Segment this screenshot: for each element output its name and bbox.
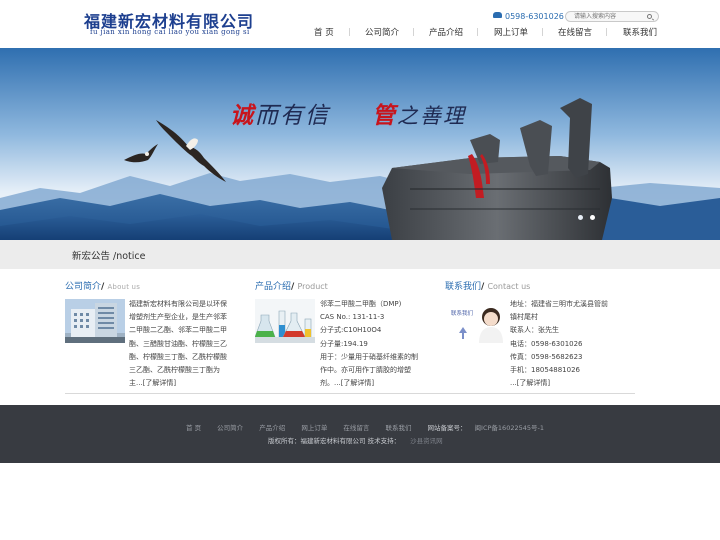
product-title-en: Product: [297, 282, 328, 291]
about-section: 公司简介/ About us 福建新宏材料有限公司是以环保增塑剂生产型企业，是生…: [65, 279, 240, 387]
contact-image-label: 联系我们: [451, 311, 474, 317]
product-section: 产品介绍/ Product 邻苯二甲酸二甲酯（DMP) CAS No.: 131…: [255, 279, 435, 387]
contact-person: 联系人：张先生: [510, 326, 559, 335]
footer: 首 页 公司简介 产品介绍 网上订单 在线留言 联系我们 网站备案号： 闽ICP备…: [0, 405, 720, 463]
nav-message[interactable]: 在线留言: [558, 26, 592, 38]
contact-address-cont: 镇村尾村: [510, 313, 538, 322]
banner-slogan-1: 诚而有信: [230, 96, 330, 130]
contact-address: 地址：福建省三明市尤溪县管前: [510, 300, 608, 308]
product-line: CAS No.: 131-11-3: [320, 313, 385, 322]
search-input[interactable]: [574, 12, 644, 21]
contact-body: 地址：福建省三明市尤溪县管前 镇村尾村 联系人：张先生 电话：0598-6301…: [510, 298, 630, 390]
slogan-1-rest: 而有信: [255, 103, 330, 129]
product-image: [255, 299, 315, 343]
search-box: [565, 11, 659, 22]
contact-title-cn: 联系我们: [445, 282, 482, 292]
about-body: 福建新宏材料有限公司是以环保增塑剂生产型企业，是生产邻苯二甲酸二乙酯、邻苯二甲酸…: [129, 298, 231, 390]
slogan-1-highlight: 诚: [230, 102, 255, 129]
about-title: 公司简介/ About us: [65, 279, 240, 292]
footer-links: 首 页 公司简介 产品介绍 网上订单 在线留言 联系我们 网站备案号： 闽ICP备…: [186, 422, 544, 432]
phone-icon: [493, 12, 502, 18]
footer-link-about[interactable]: 公司简介: [217, 424, 243, 432]
product-line: 分子量:194.19: [320, 339, 368, 348]
nav-about[interactable]: 公司简介: [365, 26, 399, 38]
contact-line-last: ...[了解详情]: [510, 377, 630, 390]
contact-title-en: Contact us: [487, 282, 531, 291]
about-title-en: About us: [107, 283, 141, 291]
contact-section: 联系我们/ Contact us 联系我们 地址：福建省三明市尤溪县管前 镇村尾…: [445, 279, 635, 387]
nav-divider: [477, 28, 478, 36]
product-title-cn: 产品介绍: [255, 282, 292, 292]
notice-bar: 新宏公告 /notice: [0, 240, 720, 269]
nav-contact[interactable]: 联系我们: [623, 26, 657, 38]
slider-dot-1[interactable]: [578, 215, 583, 220]
slider-dot-2[interactable]: [590, 215, 595, 220]
slogan-2-highlight: 管: [372, 102, 397, 129]
content-divider: [65, 393, 635, 394]
nav-divider: [542, 28, 543, 36]
product-body: 邻苯二甲酸二甲酯（DMP) CAS No.: 131-11-3 分子式:C10H…: [320, 298, 430, 390]
about-more-link[interactable]: [了解详情]: [143, 379, 176, 387]
product-line: 分子式:C10H10O4: [320, 326, 382, 335]
product-line-last: 剂。...[了解详情]: [320, 377, 430, 390]
main-nav: 首 页 公司简介 产品介绍 网上订单 在线留言 联系我们: [0, 26, 720, 40]
nav-orders[interactable]: 网上订单: [494, 26, 528, 38]
footer-copyright: 版权所有：福建新宏材料有限公司 技术支持： 沙县资讯网: [268, 435, 443, 445]
product-title: 产品介绍/ Product: [255, 279, 435, 292]
notice-text: 新宏公告 /notice: [72, 251, 146, 262]
footer-link-orders[interactable]: 网上订单: [301, 424, 327, 432]
nav-divider: [606, 28, 607, 36]
nav-home[interactable]: 首 页: [314, 26, 334, 38]
header: 福建新宏材料有限公司 fu jian xin hong cai liao you…: [0, 0, 720, 50]
nav-divider: [349, 28, 350, 36]
product-more-link[interactable]: [了解详情]: [341, 379, 374, 387]
contact-mobile: 手机：18054881026: [510, 366, 580, 375]
banner-scene: [0, 48, 720, 240]
footer-copyright-text: 版权所有：福建新宏材料有限公司 技术支持：: [268, 437, 401, 445]
footer-link-message[interactable]: 在线留言: [343, 424, 369, 432]
hero-banner: 诚而有信 管之善理: [0, 48, 720, 240]
footer-icp-label: 网站备案号：: [427, 424, 467, 432]
product-line: 用于：少量用于硝基纤维素的制: [320, 352, 418, 361]
product-line: 邻苯二甲酸二甲酯（DMP): [320, 300, 402, 308]
page: 福建新宏材料有限公司 fu jian xin hong cai liao you…: [0, 0, 720, 540]
phone-number: 0598-6301026: [505, 12, 564, 21]
nav-products[interactable]: 产品介绍: [429, 26, 463, 38]
contact-more-link[interactable]: [了解详情]: [517, 379, 550, 387]
header-phone: 0598-6301026: [493, 12, 564, 21]
footer-icp-number[interactable]: 闽ICP备16022545号-1: [475, 424, 544, 432]
product-line: 作中。亦可用作丁腈胶的增塑: [320, 366, 411, 375]
contact-ellipsis: ...: [510, 379, 517, 388]
search-icon[interactable]: [647, 14, 652, 19]
footer-link-products[interactable]: 产品介绍: [259, 424, 285, 432]
contact-phone: 电话：0598-6301026: [510, 339, 583, 348]
banner-slogan-2: 管之善理: [372, 96, 466, 130]
product-ellipsis: 剂。...: [320, 379, 341, 388]
about-image: [65, 299, 125, 343]
footer-tech-support-link[interactable]: 沙县资讯网: [410, 437, 443, 445]
about-text: 福建新宏材料有限公司是以环保增塑剂生产型企业，是生产邻苯二甲酸二乙酯、邻苯二甲酸…: [129, 300, 227, 388]
footer-link-contact[interactable]: 联系我们: [385, 424, 411, 432]
nav-divider: [413, 28, 414, 36]
about-title-cn: 公司简介: [65, 282, 102, 292]
contact-title: 联系我们/ Contact us: [445, 279, 635, 292]
contact-fax: 传真：0598-5682623: [510, 352, 583, 361]
contact-image: 联系我们: [445, 299, 505, 343]
slogan-2-rest: 之善理: [397, 104, 466, 128]
footer-link-home[interactable]: 首 页: [186, 424, 201, 432]
